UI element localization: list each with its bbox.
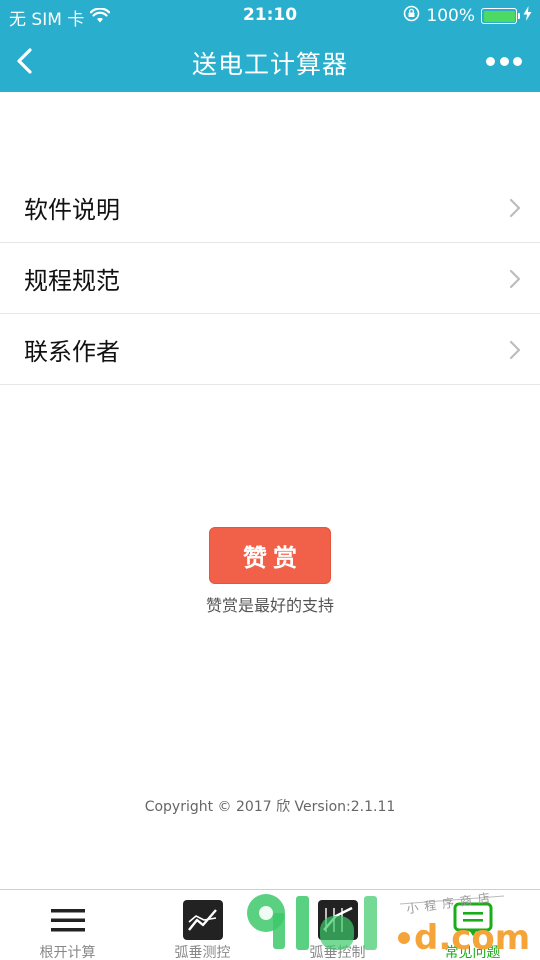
menu-item-contact-author[interactable]: 联系作者 [0,314,540,385]
tab-sag-control[interactable]: 弧垂控制 [270,890,405,960]
chart-line-icon [182,899,224,941]
question-list-icon [452,899,494,941]
copyright-text: Copyright © 2017 欣 Version:2.1.11 [144,799,396,815]
tab-bar: 根开计算 弧垂测控 弧垂控制 常见问题 [0,889,540,960]
tab-faq[interactable]: 常见问题 [405,890,540,960]
more-dot [513,56,522,66]
chevron-right-icon [509,198,521,218]
menu-item-label: 规程规范 [24,266,120,295]
more-dot [499,56,509,66]
battery-percent: 100% [426,6,475,26]
tab-label: 弧垂测控 [174,945,231,960]
tab-label: 常见问题 [444,945,501,960]
chart-grid-icon [317,899,359,941]
chevron-right-icon [509,340,521,360]
battery-level-fill [483,10,515,22]
menu-item-label: 软件说明 [24,195,120,224]
charging-bolt-icon [523,6,532,26]
chevron-right-icon [509,269,521,289]
tab-label: 根开计算 [39,945,96,960]
menu-icon [47,899,89,941]
status-bar: 无 SIM 卡 21:10 100% [0,0,540,30]
reward-caption: 赞赏是最好的支持 [205,596,334,615]
reward-button[interactable]: 赞赏 [209,527,331,584]
nav-bar: 送电工计算器 [0,30,540,92]
menu-item-software-info[interactable]: 软件说明 [0,172,540,243]
more-dot [486,56,495,66]
more-button[interactable] [486,52,522,70]
menu-item-regulations[interactable]: 规程规范 [0,243,540,314]
tab-sag-measure[interactable]: 弧垂测控 [135,890,270,960]
app-header: 无 SIM 卡 21:10 100% 送电工计算器 [0,0,540,92]
orientation-lock-icon [403,5,420,27]
page-title: 送电工计算器 [191,50,348,79]
tab-root-spacing[interactable]: 根开计算 [0,890,135,960]
menu-item-label: 联系作者 [24,337,120,366]
battery-icon [481,8,520,24]
menu-list: 软件说明 规程规范 联系作者 [0,172,540,385]
status-right: 100% [403,5,532,27]
tab-label: 弧垂控制 [309,945,366,960]
